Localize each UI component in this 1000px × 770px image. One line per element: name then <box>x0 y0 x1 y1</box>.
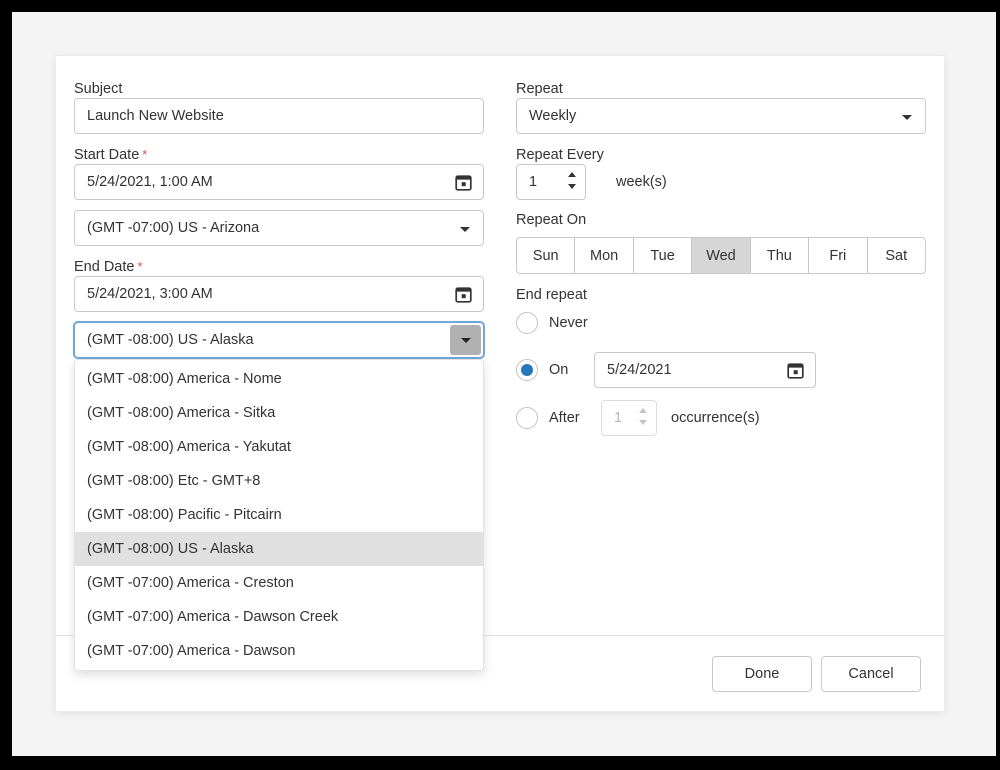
repeat-every-stepper[interactable]: 1 <box>516 164 586 200</box>
calendar-icon[interactable] <box>455 286 472 303</box>
timezone-list-item[interactable]: (GMT -08:00) America - Yakutat <box>75 430 483 464</box>
event-editor-dialog: Subject Launch New Website Start Date* 5… <box>55 55 945 712</box>
timezone-dropdown-list: (GMT -08:00) America - Nome (GMT -08:00)… <box>74 359 484 671</box>
editor-right-column: Repeat Weekly Repeat Every 1 week(s) Rep… <box>516 81 926 436</box>
occurrence-unit-label: occurrence(s) <box>671 410 760 426</box>
required-asterisk: * <box>142 147 147 162</box>
end-repeat-on-radio[interactable] <box>516 359 538 381</box>
subject-input[interactable]: Launch New Website <box>74 98 484 134</box>
timezone-list-item[interactable]: (GMT -07:00) America - Creston <box>75 566 483 600</box>
page-background: Subject Launch New Website Start Date* 5… <box>12 12 996 756</box>
repeat-value: Weekly <box>529 108 576 124</box>
timezone-list-item[interactable]: (GMT -08:00) Pacific - Pitcairn <box>75 498 483 532</box>
stepper-arrows <box>568 172 576 189</box>
subject-value: Launch New Website <box>87 108 224 124</box>
stepper-arrows <box>639 408 647 425</box>
calendar-icon[interactable] <box>455 174 472 191</box>
increment-icon[interactable] <box>639 408 647 413</box>
day-button-sun[interactable]: Sun <box>517 238 574 273</box>
day-button-wed-selected[interactable]: Wed <box>691 238 749 273</box>
day-button-fri[interactable]: Fri <box>808 238 866 273</box>
calendar-icon[interactable] <box>787 362 804 379</box>
never-radio-label: Never <box>549 315 588 331</box>
on-radio-label: On <box>549 362 594 378</box>
repeat-on-day-group: Sun Mon Tue Wed Thu Fri Sat <box>516 237 926 274</box>
end-timezone-dropdown[interactable]: (GMT -08:00) US - Alaska <box>74 322 484 358</box>
required-asterisk: * <box>137 259 142 274</box>
day-button-tue[interactable]: Tue <box>633 238 691 273</box>
timezone-list-item[interactable]: (GMT -07:00) America - Dawson Creek <box>75 600 483 634</box>
done-button[interactable]: Done <box>712 656 812 692</box>
end-repeat-never-radio[interactable] <box>516 312 538 334</box>
end-repeat-label: End repeat <box>516 287 926 303</box>
timezone-list-item-selected[interactable]: (GMT -08:00) US - Alaska <box>75 532 483 566</box>
timezone-list-item[interactable]: (GMT -08:00) America - Nome <box>75 362 483 396</box>
end-repeat-after-radio[interactable] <box>516 407 538 429</box>
cancel-button[interactable]: Cancel <box>821 656 921 692</box>
day-button-sat[interactable]: Sat <box>867 238 925 273</box>
start-date-input[interactable]: 5/24/2021, 1:00 AM <box>74 164 484 200</box>
end-date-label: End Date* <box>74 259 484 275</box>
chevron-down-icon[interactable] <box>460 227 470 232</box>
occurrence-count-stepper[interactable]: 1 <box>601 400 657 436</box>
timezone-list-item[interactable]: (GMT -08:00) Etc - GMT+8 <box>75 464 483 498</box>
end-date-input[interactable]: 5/24/2021, 3:00 AM <box>74 276 484 312</box>
day-button-mon[interactable]: Mon <box>574 238 632 273</box>
timezone-list-item[interactable]: (GMT -07:00) America - Dawson <box>75 634 483 668</box>
repeat-every-value: 1 <box>529 174 537 190</box>
repeat-label: Repeat <box>516 81 926 97</box>
timezone-list-item[interactable]: (GMT -08:00) America - Sitka <box>75 396 483 430</box>
increment-icon[interactable] <box>568 172 576 177</box>
repeat-on-label: Repeat On <box>516 212 926 228</box>
day-button-thu[interactable]: Thu <box>750 238 808 273</box>
subject-label: Subject <box>74 81 484 97</box>
chevron-down-icon[interactable] <box>902 115 912 120</box>
decrement-icon[interactable] <box>639 420 647 425</box>
start-date-label: Start Date* <box>74 147 484 163</box>
decrement-icon[interactable] <box>568 184 576 189</box>
repeat-every-label: Repeat Every <box>516 147 926 163</box>
editor-left-column: Subject Launch New Website Start Date* 5… <box>74 81 484 358</box>
occurrence-count-value: 1 <box>614 410 622 426</box>
end-date-value: 5/24/2021, 3:00 AM <box>87 286 213 302</box>
end-timezone-value: (GMT -08:00) US - Alaska <box>87 332 254 348</box>
dropdown-toggle-button[interactable] <box>450 325 481 355</box>
end-repeat-on-date-input[interactable]: 5/24/2021 <box>594 352 816 388</box>
start-date-value: 5/24/2021, 1:00 AM <box>87 174 213 190</box>
chevron-down-icon <box>461 338 471 343</box>
start-timezone-value: (GMT -07:00) US - Arizona <box>87 220 259 236</box>
footer-button-bar: Done Cancel <box>712 656 921 692</box>
start-timezone-dropdown[interactable]: (GMT -07:00) US - Arizona <box>74 210 484 246</box>
repeat-every-unit: week(s) <box>616 174 667 190</box>
repeat-dropdown[interactable]: Weekly <box>516 98 926 134</box>
end-repeat-on-date-value: 5/24/2021 <box>607 362 672 378</box>
after-radio-label: After <box>549 410 601 426</box>
